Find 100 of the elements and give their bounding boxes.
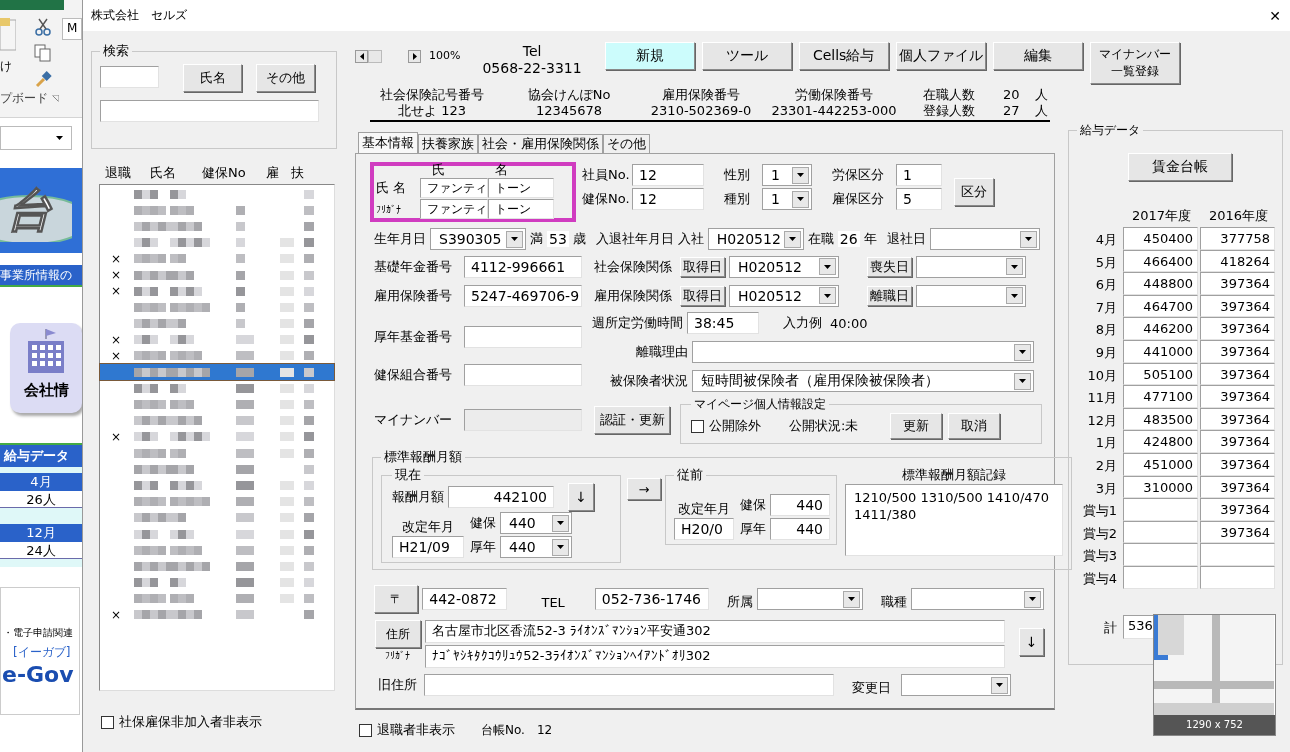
text-field[interactable]: 名古屋市北区香流52-3 ﾗｲｵﾝｽﾞﾏﾝｼｮﾝ平安通302 — [425, 620, 1006, 643]
amount-field[interactable]: 397364 — [1200, 317, 1275, 340]
amount-field[interactable]: 450400 — [1123, 227, 1198, 250]
dropdown[interactable] — [916, 284, 1026, 307]
checkbox[interactable]: 社保雇保非加入者非表示 — [101, 713, 337, 731]
list-row[interactable]: × — [100, 428, 334, 445]
amount-field[interactable] — [1123, 520, 1198, 544]
text-field[interactable]: ファンティ — [420, 178, 488, 198]
list-row[interactable]: × — [100, 606, 334, 624]
toolbar-button[interactable]: 編集 — [992, 42, 1083, 70]
amount-field[interactable]: 397364 — [1200, 430, 1275, 453]
amount-field[interactable]: 397364 — [1200, 272, 1275, 295]
amount-field[interactable]: 464700 — [1123, 294, 1198, 318]
amount-field[interactable]: 505100 — [1123, 362, 1198, 386]
text-field[interactable] — [424, 674, 834, 696]
amount-field[interactable]: 397364 — [1200, 362, 1275, 386]
dropdown[interactable]: 1 — [762, 188, 812, 210]
text-field[interactable]: トーン — [488, 178, 554, 198]
text-field[interactable]: 12 — [632, 188, 704, 210]
scroll-left-button[interactable] — [355, 50, 368, 63]
list-row[interactable] — [100, 364, 334, 381]
text-field[interactable]: 5247-469706-9 — [464, 284, 582, 307]
list-row[interactable]: × — [100, 331, 334, 348]
text-field[interactable]: 440 — [770, 518, 830, 540]
address-button[interactable]: 住所 — [374, 620, 421, 648]
amount-field[interactable]: 446200 — [1123, 317, 1198, 340]
dropdown[interactable] — [692, 341, 1034, 363]
close-button[interactable]: ✕ — [1255, 6, 1290, 25]
text-field[interactable]: 4112-996661 — [464, 255, 582, 278]
list-row[interactable]: × — [100, 283, 334, 300]
amount-field[interactable]: 397364 — [1200, 452, 1275, 476]
text-field[interactable]: 440 — [770, 494, 830, 516]
right-arrow-button[interactable]: → — [627, 478, 661, 500]
list-row[interactable]: × — [100, 266, 334, 284]
down-arrow-button[interactable]: ↓ — [1019, 628, 1044, 656]
amount-field[interactable]: 466400 — [1123, 249, 1198, 273]
scroll-thumb[interactable] — [368, 50, 382, 63]
tab[interactable]: その他 — [603, 134, 650, 153]
list-row[interactable]: × — [100, 250, 334, 267]
amount-field[interactable]: 397364 — [1200, 294, 1275, 318]
amount-field[interactable]: 418264 — [1200, 249, 1275, 273]
amount-field[interactable]: 441000 — [1123, 339, 1198, 363]
list-row[interactable]: × — [100, 347, 334, 365]
toolbar-button[interactable]: 個人ファイル — [895, 42, 986, 70]
dropdown[interactable]: H020512 — [729, 255, 839, 278]
search-field[interactable] — [100, 66, 159, 88]
text-field[interactable] — [464, 326, 582, 348]
text-field[interactable]: 442100 — [448, 486, 554, 508]
button[interactable]: 取得日 — [680, 285, 725, 306]
dropdown[interactable]: 440 — [500, 512, 572, 534]
text-field[interactable]: H20/0 — [674, 518, 734, 540]
dropdown[interactable]: H020512 — [729, 284, 839, 307]
company-info-button[interactable]: 会社情 — [10, 323, 82, 413]
dropdown[interactable] — [916, 255, 1026, 278]
amount-field[interactable] — [1123, 565, 1198, 589]
amount-field[interactable]: 397364 — [1200, 475, 1275, 499]
text-field[interactable]: 12 — [632, 164, 704, 186]
amount-field[interactable]: 397364 — [1200, 520, 1275, 544]
amount-field[interactable] — [1123, 498, 1198, 521]
amount-field[interactable]: 397364 — [1200, 339, 1275, 363]
button[interactable]: 更新 — [890, 413, 943, 439]
button[interactable]: 離職日 — [867, 285, 912, 306]
postal-button[interactable]: 〒 — [374, 585, 419, 613]
amount-field[interactable]: 377758 — [1200, 227, 1275, 250]
dropdown[interactable]: 短時間被保険者（雇用保険被保険者） — [692, 370, 1034, 392]
amount-field[interactable]: 310000 — [1123, 475, 1198, 499]
checkbox[interactable]: 退職者非表示 — [359, 721, 455, 739]
text-field[interactable]: 1 — [896, 164, 942, 186]
down-arrow-button[interactable]: ↓ — [568, 483, 594, 511]
text-field[interactable]: 5 — [896, 188, 942, 210]
amount-field[interactable]: 424800 — [1123, 430, 1198, 453]
button[interactable]: 区分 — [954, 178, 994, 206]
tab[interactable]: 扶養家族 — [418, 134, 478, 153]
toolbar-button[interactable]: マイナンバー 一覧登録 — [1089, 42, 1180, 84]
amount-field[interactable]: 397364 — [1200, 385, 1275, 408]
dropdown[interactable]: H020512 — [707, 228, 804, 250]
tab[interactable]: 基本情報 — [358, 132, 418, 153]
amount-field[interactable] — [1200, 565, 1275, 589]
amount-field[interactable]: 451000 — [1123, 452, 1198, 476]
button[interactable]: 認証・更新 — [594, 406, 670, 434]
text-field[interactable] — [464, 364, 582, 386]
dropdown[interactable] — [756, 588, 863, 610]
checkbox[interactable]: 公開除外 — [691, 417, 761, 435]
button[interactable]: 賃金台帳 — [1127, 153, 1232, 181]
amount-field[interactable]: 448800 — [1123, 272, 1198, 295]
amount-field[interactable]: 397364 — [1200, 498, 1275, 521]
tab[interactable]: 社会・雇用保険関係 — [478, 134, 603, 153]
text-field[interactable]: ﾅｺﾞﾔｼｷﾀｸｺｳﾘｭｳ52-3ﾗｲｵﾝｽﾞﾏﾝｼｮﾝﾍｲｱﾝﾄﾞｵﾘ302 — [425, 645, 1006, 668]
toolbar-button[interactable]: Cells給与 — [798, 42, 889, 70]
button[interactable]: 取消 — [948, 413, 1001, 439]
dropdown[interactable] — [901, 674, 1011, 696]
toolbar-button[interactable]: ツール — [701, 42, 792, 70]
amount-field[interactable]: 483500 — [1123, 407, 1198, 431]
dropdown[interactable]: 1 — [762, 164, 812, 186]
dropdown[interactable]: S390305 — [430, 228, 526, 250]
results-box[interactable] — [100, 100, 319, 122]
font-field[interactable]: M — [62, 18, 82, 40]
button[interactable]: 喪失日 — [867, 256, 912, 277]
toolbar-button[interactable]: 新規 — [604, 42, 695, 70]
button[interactable]: 氏名 — [183, 64, 242, 92]
